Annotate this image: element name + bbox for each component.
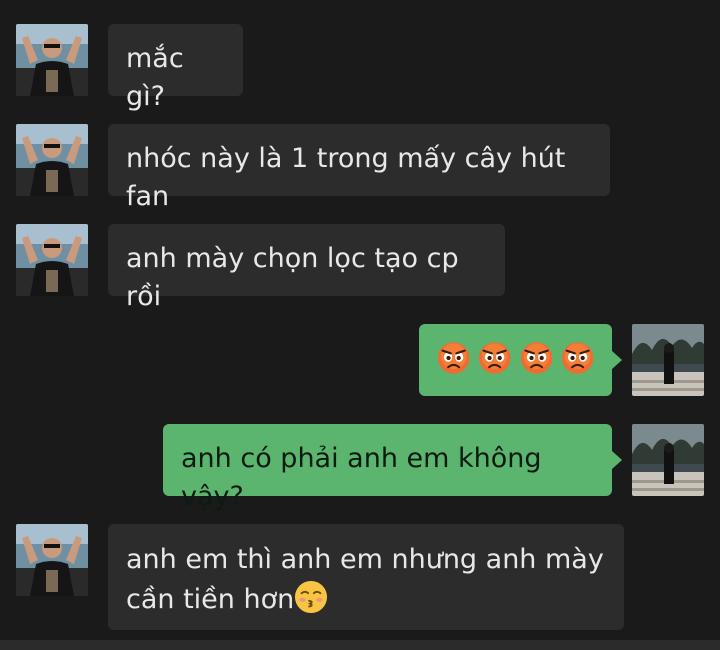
user-avatar[interactable]: [632, 424, 704, 496]
avatar-image: [16, 24, 88, 96]
bottom-edge: [0, 640, 720, 650]
message-bubble-incoming[interactable]: mắc gì?: [108, 24, 243, 112]
contact-avatar[interactable]: [16, 124, 88, 196]
contact-avatar[interactable]: [16, 24, 88, 96]
contact-avatar[interactable]: [16, 224, 88, 296]
kissing-face-icon: [294, 580, 328, 614]
angry-face-icon: [561, 340, 594, 376]
message-bubble-outgoing[interactable]: [419, 324, 612, 396]
bubble-tail: [612, 351, 622, 369]
bubble-tail: [612, 451, 622, 469]
angry-face-icon: [437, 340, 470, 376]
message-bubble-incoming[interactable]: nhóc này là 1 trong mấy cây hút fan: [108, 124, 610, 212]
message-text: anh mày chọn lọc tạo cp rồi: [126, 243, 459, 312]
angry-face-icon: [478, 340, 511, 376]
user-avatar[interactable]: [632, 324, 704, 396]
angry-face-icon: [520, 340, 553, 376]
avatar-image: [16, 524, 88, 596]
message-text: nhóc này là 1 trong mấy cây hút fan: [126, 143, 566, 212]
avatar-image: [632, 324, 704, 396]
message-bubble-outgoing[interactable]: anh có phải anh em không vậy?: [163, 424, 612, 512]
contact-avatar[interactable]: [16, 524, 88, 596]
message-bubble-incoming[interactable]: anh em thì anh em nhưng anh mày cần tiền…: [108, 524, 624, 630]
avatar-image: [16, 124, 88, 196]
avatar-image: [632, 424, 704, 496]
emoji-group: [437, 338, 594, 376]
message-text: mắc gì?: [126, 43, 184, 112]
avatar-image: [16, 224, 88, 296]
message-bubble-incoming[interactable]: anh mày chọn lọc tạo cp rồi: [108, 224, 505, 312]
message-text-line: anh em thì anh em nhưng anh mày: [126, 544, 604, 575]
message-text-line: cần tiền hơn: [126, 580, 606, 620]
message-text: anh có phải anh em không vậy?: [181, 443, 542, 512]
